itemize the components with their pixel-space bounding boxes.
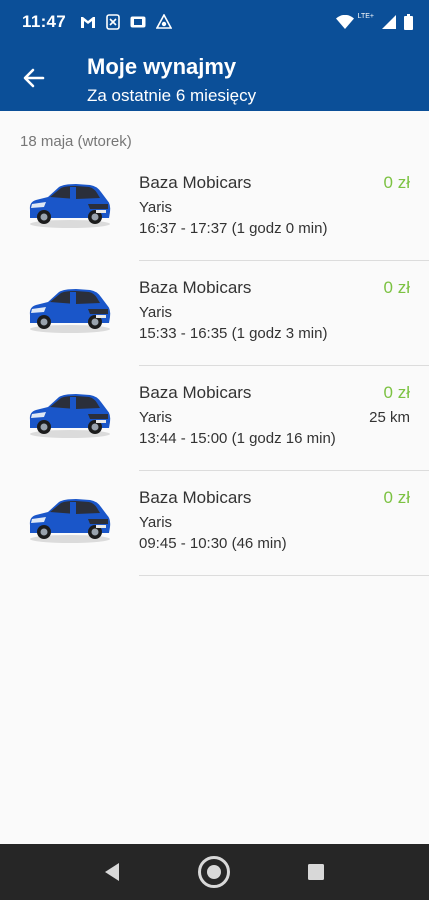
rental-price: 0 zł: [383, 488, 410, 507]
home-circle-icon: [198, 856, 230, 888]
app-notification-icon: [106, 14, 120, 30]
rental-location: Baza Mobicars: [139, 278, 252, 297]
rental-price: 0 zł: [383, 173, 410, 192]
sim-card-icon: [130, 16, 146, 28]
rental-time-range: 15:33 - 16:35 (1 godz 3 min): [139, 325, 328, 342]
notification-icons: [80, 14, 173, 30]
rental-price: 0 zł: [383, 383, 410, 402]
rental-car-model: Yaris: [139, 304, 173, 321]
car-thumbnail-icon: [29, 184, 111, 228]
signal-icon: [382, 15, 396, 29]
rental-item[interactable]: Baza Mobicars Yaris 16:37 - 17:37 (1 godz …: [0, 156, 429, 261]
rental-price: 0 zł: [383, 278, 410, 297]
battery-icon: [404, 14, 413, 30]
date-section-header: 18 maja (wtorek): [20, 133, 132, 150]
nav-recents-button[interactable]: [296, 852, 336, 892]
rental-time-range: 16:37 - 17:37 (1 godz 0 min): [139, 220, 328, 237]
system-icons: LTE+: [335, 12, 413, 30]
rental-car-model: Yaris: [139, 199, 173, 216]
rental-time-range: 09:45 - 10:30 (46 min): [139, 535, 287, 552]
arrow-left-icon: [23, 68, 45, 88]
rental-item[interactable]: Baza Mobicars Yaris 09:45 - 10:30 (46 min)…: [0, 471, 429, 576]
network-type-label: LTE+: [357, 12, 374, 20]
wifi-icon: [335, 15, 354, 29]
nav-home-button[interactable]: [194, 852, 234, 892]
car-thumbnail-icon: [29, 499, 111, 543]
rental-item[interactable]: Baza Mobicars Yaris 15:33 - 16:35 (1 godz …: [0, 261, 429, 366]
rental-location: Baza Mobicars: [139, 173, 252, 192]
back-button[interactable]: [14, 58, 54, 98]
rental-car-model: Yaris: [139, 409, 173, 426]
car-thumbnail-icon: [29, 289, 111, 333]
back-triangle-icon: [105, 863, 119, 881]
row-divider: [139, 575, 429, 576]
page-title: Moje wynajmy: [87, 54, 237, 79]
vpn-icon: [156, 14, 173, 29]
status-bar: 11:47 LTE+: [0, 0, 429, 44]
gmail-icon: [81, 17, 96, 28]
recents-square-icon: [308, 864, 324, 880]
system-nav-bar: [0, 844, 429, 900]
car-thumbnail-icon: [29, 394, 111, 438]
rental-time-range: 13:44 - 15:00 (1 godz 16 min): [139, 430, 336, 447]
app-bar: Moje wynajmy Za ostatnie 6 miesięcy: [0, 44, 429, 111]
rental-car-model: Yaris: [139, 514, 173, 531]
rental-list: Baza Mobicars Yaris 16:37 - 17:37 (1 godz …: [0, 156, 429, 576]
rental-location: Baza Mobicars: [139, 383, 252, 402]
status-time: 11:47: [22, 12, 67, 31]
nav-back-button[interactable]: [92, 852, 132, 892]
rental-item[interactable]: Baza Mobicars Yaris 13:44 - 15:00 (1 godz …: [0, 366, 429, 471]
rental-distance: 25 km: [369, 409, 410, 426]
page-subtitle: Za ostatnie 6 miesięcy: [87, 86, 257, 105]
rental-location: Baza Mobicars: [139, 488, 252, 507]
